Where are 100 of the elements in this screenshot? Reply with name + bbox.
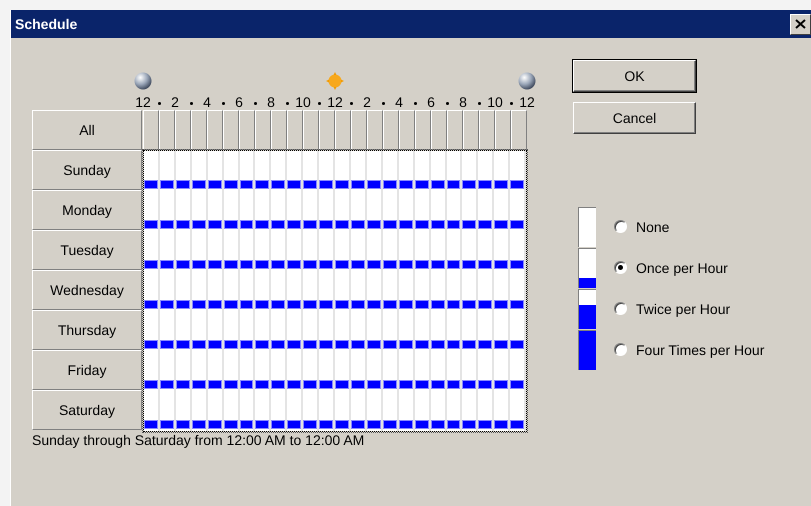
schedule-cell[interactable]: [208, 231, 224, 271]
schedule-cell[interactable]: [335, 231, 351, 271]
schedule-cell[interactable]: [478, 391, 494, 431]
cancel-button[interactable]: Cancel: [573, 102, 696, 134]
schedule-cell[interactable]: [462, 231, 478, 271]
option-label[interactable]: Four Times per Hour: [636, 342, 764, 358]
schedule-cell[interactable]: [271, 231, 288, 271]
schedule-cell[interactable]: [287, 231, 304, 271]
schedule-cell[interactable]: [271, 191, 288, 231]
day-button[interactable]: Thursday: [32, 310, 142, 350]
schedule-cell[interactable]: [446, 191, 462, 231]
schedule-cell[interactable]: [430, 311, 447, 351]
schedule-cell[interactable]: [240, 271, 256, 311]
schedule-cell[interactable]: [414, 271, 431, 311]
schedule-cell[interactable]: [240, 191, 256, 231]
schedule-cell[interactable]: [287, 271, 304, 311]
schedule-cell[interactable]: [414, 351, 431, 391]
schedule-cell[interactable]: [510, 151, 526, 191]
schedule-cell[interactable]: [494, 391, 510, 431]
schedule-cell[interactable]: [446, 231, 462, 271]
schedule-cell[interactable]: [319, 351, 336, 391]
schedule-cell[interactable]: [462, 151, 478, 191]
schedule-cell[interactable]: [350, 151, 367, 191]
hour-button[interactable]: [415, 110, 431, 150]
schedule-cell[interactable]: [176, 271, 192, 311]
radio-button[interactable]: [614, 343, 627, 356]
hour-button[interactable]: [223, 110, 239, 150]
schedule-cell[interactable]: [271, 351, 288, 391]
schedule-cell[interactable]: [350, 391, 367, 431]
schedule-cell[interactable]: [208, 271, 224, 311]
schedule-cell[interactable]: [478, 191, 494, 231]
hour-button[interactable]: [175, 110, 191, 150]
schedule-cell[interactable]: [446, 351, 462, 391]
all-button[interactable]: All: [32, 110, 142, 150]
schedule-cell[interactable]: [176, 351, 192, 391]
schedule-cell[interactable]: [335, 271, 351, 311]
hour-button[interactable]: [319, 110, 335, 150]
schedule-cell[interactable]: [208, 351, 224, 391]
schedule-cell[interactable]: [430, 351, 447, 391]
hour-button[interactable]: [447, 110, 463, 150]
hour-button[interactable]: [159, 110, 175, 150]
schedule-cell[interactable]: [446, 391, 462, 431]
hour-button[interactable]: [239, 110, 255, 150]
schedule-cell[interactable]: [382, 231, 399, 271]
schedule-cell[interactable]: [335, 151, 351, 191]
schedule-cell[interactable]: [255, 231, 272, 271]
schedule-cell[interactable]: [382, 191, 399, 231]
schedule-cell[interactable]: [382, 391, 399, 431]
schedule-cell[interactable]: [478, 231, 494, 271]
schedule-cell[interactable]: [160, 191, 176, 231]
schedule-cell[interactable]: [510, 231, 526, 271]
schedule-cell[interactable]: [478, 311, 494, 351]
hour-button[interactable]: [479, 110, 495, 150]
schedule-cell[interactable]: [160, 351, 176, 391]
option-label[interactable]: Once per Hour: [636, 260, 728, 276]
schedule-cell[interactable]: [398, 311, 415, 351]
day-button[interactable]: Tuesday: [32, 230, 142, 270]
schedule-cell[interactable]: [287, 351, 304, 391]
schedule-cell[interactable]: [240, 391, 256, 431]
schedule-cell[interactable]: [208, 311, 224, 351]
schedule-cell[interactable]: [430, 271, 447, 311]
schedule-cell[interactable]: [303, 351, 320, 391]
close-button[interactable]: [790, 14, 811, 34]
schedule-cell[interactable]: [160, 311, 176, 351]
schedule-cell[interactable]: [335, 191, 351, 231]
schedule-cell[interactable]: [430, 391, 447, 431]
schedule-cell[interactable]: [224, 151, 240, 191]
schedule-cell[interactable]: [271, 391, 288, 431]
schedule-cell[interactable]: [494, 271, 510, 311]
schedule-cell[interactable]: [478, 151, 494, 191]
schedule-cell[interactable]: [208, 151, 224, 191]
day-button[interactable]: Monday: [32, 190, 142, 230]
hour-button[interactable]: [335, 110, 351, 150]
schedule-cell[interactable]: [287, 191, 304, 231]
schedule-cell[interactable]: [510, 311, 526, 351]
hour-button[interactable]: [207, 110, 223, 150]
schedule-cell[interactable]: [144, 391, 160, 431]
schedule-cell[interactable]: [382, 151, 399, 191]
schedule-cell[interactable]: [176, 311, 192, 351]
schedule-cell[interactable]: [382, 351, 399, 391]
schedule-cell[interactable]: [414, 311, 431, 351]
schedule-cell[interactable]: [319, 391, 336, 431]
schedule-cell[interactable]: [510, 191, 526, 231]
schedule-cell[interactable]: [398, 271, 415, 311]
schedule-cell[interactable]: [462, 311, 478, 351]
schedule-cell[interactable]: [255, 351, 272, 391]
schedule-cell[interactable]: [510, 351, 526, 391]
schedule-cell[interactable]: [319, 231, 336, 271]
schedule-cell[interactable]: [192, 311, 208, 351]
schedule-cell[interactable]: [176, 151, 192, 191]
schedule-cell[interactable]: [303, 311, 320, 351]
option-label[interactable]: Twice per Hour: [636, 300, 730, 316]
schedule-cell[interactable]: [287, 151, 304, 191]
schedule-cell[interactable]: [144, 311, 160, 351]
schedule-cell[interactable]: [303, 151, 320, 191]
schedule-cell[interactable]: [414, 231, 431, 271]
day-button[interactable]: Wednesday: [32, 270, 142, 310]
hour-button[interactable]: [287, 110, 303, 150]
schedule-cell[interactable]: [510, 391, 526, 431]
schedule-cell[interactable]: [192, 151, 208, 191]
